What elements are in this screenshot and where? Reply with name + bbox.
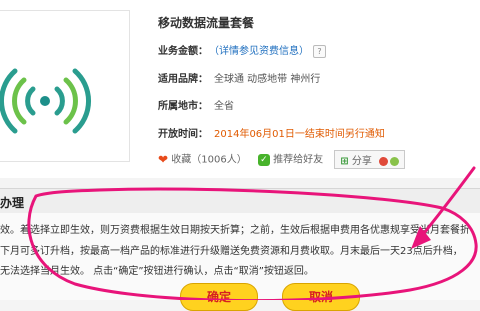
favorite-link[interactable]: 收藏（1006人） <box>171 155 246 166</box>
amount-label: 业务金额： <box>158 46 208 57</box>
row-city: 所属地市： 全省 <box>158 97 234 112</box>
product-image <box>0 10 130 162</box>
plus-icon: ⊞ <box>340 156 349 167</box>
top-strip <box>300 0 480 4</box>
wifi-signal-icon <box>0 68 91 134</box>
share-button[interactable]: ⊞ 分享 <box>334 150 406 169</box>
wechat-icon[interactable]: ✓ <box>257 153 270 166</box>
brand-value: 全球通 动感地带 神州行 <box>214 74 321 85</box>
product-title: 移动数据流量套餐 <box>158 16 255 30</box>
city-value: 全省 <box>214 101 234 112</box>
dialog-header: 办理 <box>0 188 480 213</box>
dialog-text-line: 下月可多订升档，按最高一档产品的标准进行升级赠送免费资源和月费收取。月末最后一天… <box>0 246 463 257</box>
row-open-time: 开放时间： 2014年06月01日一结束时间另行通知 <box>158 125 385 140</box>
weibo-icon[interactable] <box>379 156 389 166</box>
amount-detail-link[interactable]: （详情参见资费信息） <box>214 46 309 57</box>
action-bar: ❤ 收藏（1006人） ✓ 推荐给好友 ⊞ 分享 <box>158 150 406 169</box>
city-label: 所属地市： <box>158 101 208 112</box>
help-icon[interactable]: ? <box>313 44 326 58</box>
dialog-text-line: 无法选择当月生效。 点击“确定”按钮进行确认，点击“取消”按钮返回。 <box>0 266 314 277</box>
dialog-text-line: 效。着选择立即生效，则万资费根据生效日期按天折算；之前，生效后根据申费用各优惠规… <box>0 225 470 236</box>
heart-icon[interactable]: ❤ <box>158 153 168 167</box>
dialog-title: 办理 <box>0 196 25 210</box>
brand-label: 适用品牌： <box>158 74 208 85</box>
product-panel: 移动数据流量套餐 业务金额： （详情参见资费信息）? 适用品牌： 全球通 动感地带 … <box>0 0 480 178</box>
confirm-button[interactable]: 确定 <box>180 283 258 311</box>
social-icon[interactable] <box>390 156 400 166</box>
share-label: 分享 <box>351 156 372 167</box>
open-time-value: 2014年06月01日一结束时间另行通知 <box>214 129 385 140</box>
open-time-label: 开放时间： <box>158 129 208 140</box>
recommend-link[interactable]: 推荐给好友 <box>273 155 323 166</box>
row-brand: 适用品牌： 全球通 动感地带 神州行 <box>158 70 320 85</box>
row-amount: 业务金额： （详情参见资费信息）? <box>158 42 326 58</box>
cancel-button[interactable]: 取消 <box>282 283 360 311</box>
